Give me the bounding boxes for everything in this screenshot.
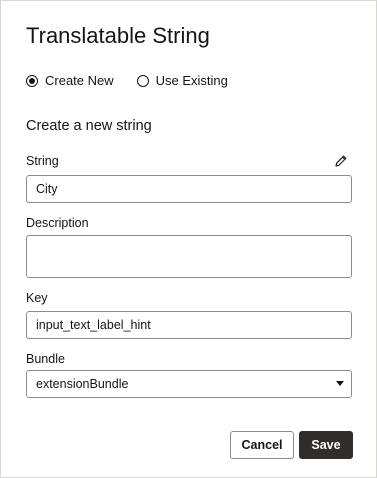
pencil-icon[interactable] bbox=[334, 154, 348, 168]
key-label: Key bbox=[26, 291, 48, 305]
key-input[interactable] bbox=[26, 311, 352, 339]
radio-checked-icon[interactable] bbox=[26, 75, 38, 87]
cancel-button[interactable]: Cancel bbox=[230, 431, 294, 459]
radio-use-existing[interactable]: Use Existing bbox=[136, 73, 228, 89]
description-label: Description bbox=[26, 216, 89, 230]
radio-use-existing-label[interactable]: Use Existing bbox=[156, 73, 228, 89]
bundle-select-value[interactable]: extensionBundle bbox=[36, 376, 128, 392]
bundle-label: Bundle bbox=[26, 352, 65, 366]
string-input[interactable] bbox=[26, 175, 352, 203]
radio-create-new-label[interactable]: Create New bbox=[45, 73, 114, 89]
save-button[interactable]: Save bbox=[299, 431, 353, 459]
section-heading: Create a new string bbox=[26, 118, 152, 134]
mode-radio-group: Create New Use Existing bbox=[26, 73, 228, 89]
string-label: String bbox=[26, 154, 59, 168]
radio-unchecked-icon[interactable] bbox=[136, 75, 149, 87]
translatable-string-dialog: Translatable String Create New Use Exist… bbox=[0, 0, 377, 478]
caret-down-icon[interactable] bbox=[336, 381, 344, 386]
bundle-select[interactable]: extensionBundle bbox=[26, 370, 352, 398]
radio-create-new[interactable]: Create New bbox=[26, 73, 114, 89]
dialog-title: Translatable String bbox=[26, 23, 210, 48]
description-textarea[interactable] bbox=[26, 235, 352, 278]
